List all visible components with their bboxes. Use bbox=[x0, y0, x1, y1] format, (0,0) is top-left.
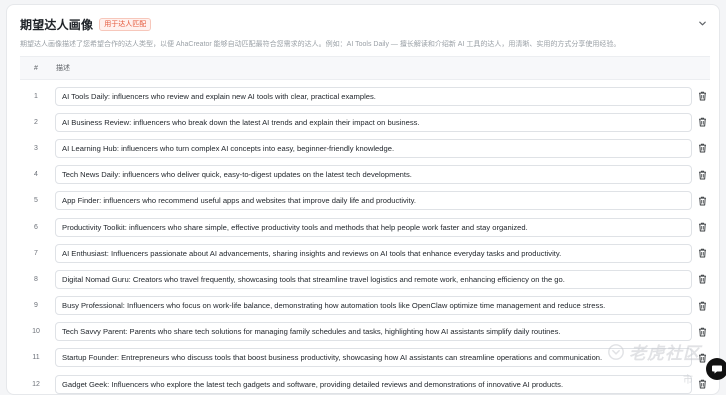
persona-description-input[interactable]: Tech News Daily: influencers who deliver… bbox=[55, 165, 692, 185]
delete-row-button[interactable] bbox=[696, 247, 708, 259]
delete-row-button[interactable] bbox=[696, 300, 708, 312]
section-header: 期望达人画像 用于达人匹配 bbox=[20, 16, 152, 32]
persona-description-input[interactable]: Busy Professional: Influencers who focus… bbox=[55, 296, 692, 316]
row-index: 5 bbox=[34, 197, 38, 205]
table-row: 8 Digital Nomad Guru: Creators who travel… bbox=[20, 266, 710, 292]
table-row: 3 AI Learning Hub: influencers who turn c… bbox=[20, 135, 710, 161]
persona-description-input[interactable]: AI Tools Daily: influencers who review a… bbox=[55, 86, 692, 106]
row-index: 3 bbox=[34, 144, 38, 152]
index-column-header: # bbox=[34, 64, 38, 72]
trash-icon bbox=[698, 248, 706, 258]
persona-description-input[interactable]: Digital Nomad Guru: Creators who travel … bbox=[55, 269, 692, 289]
table-row: 6 Productivity Toolkit: influencers who s… bbox=[20, 214, 710, 240]
trash-icon bbox=[698, 379, 706, 389]
section-title: 期望达人画像 bbox=[20, 17, 94, 32]
trash-icon bbox=[698, 196, 706, 206]
row-index: 6 bbox=[34, 223, 38, 231]
table-row: 12 Gadget Geek: Influencers who explore t… bbox=[20, 371, 710, 394]
delete-row-button[interactable] bbox=[696, 221, 708, 233]
watermark-sub: 市 bbox=[683, 375, 693, 386]
row-index: 2 bbox=[34, 118, 38, 126]
table-row: 10 Tech Savvy Parent: Parents who share t… bbox=[20, 319, 710, 345]
collapse-button[interactable] bbox=[695, 16, 709, 30]
persona-description-input[interactable]: App Finder: influencers who recommend us… bbox=[55, 191, 692, 211]
trash-icon bbox=[698, 275, 706, 284]
trash-icon bbox=[698, 353, 706, 363]
row-index: 10 bbox=[32, 328, 40, 336]
delete-row-button[interactable] bbox=[696, 169, 708, 181]
trash-icon bbox=[698, 301, 706, 311]
table-row: 11 Startup Founder: Entrepreneurs who dis… bbox=[20, 345, 710, 371]
trash-icon bbox=[698, 170, 706, 180]
delete-row-button[interactable] bbox=[696, 195, 708, 207]
row-index: 9 bbox=[34, 302, 38, 310]
chat-button[interactable] bbox=[706, 358, 726, 380]
table-row: 9 Busy Professional: Influencers who focu… bbox=[20, 293, 710, 319]
delete-row-button[interactable] bbox=[696, 142, 708, 154]
trash-icon bbox=[698, 91, 706, 101]
table-row: 2 AI Business Review: influencers who bre… bbox=[20, 109, 710, 135]
chat-icon bbox=[712, 365, 722, 374]
table-row: 7 AI Enthusiast: Influencers passionate a… bbox=[20, 240, 710, 266]
table-row: 5 App Finder: influencers who recommend u… bbox=[20, 188, 710, 214]
trash-icon bbox=[698, 144, 706, 153]
persona-description-input[interactable]: Tech Savvy Parent: Parents who share tec… bbox=[55, 322, 692, 342]
delete-row-button[interactable] bbox=[696, 378, 708, 390]
delete-row-button[interactable] bbox=[696, 326, 708, 338]
persona-rows: 1 AI Tools Daily: influencers who review … bbox=[20, 83, 710, 394]
row-index: 12 bbox=[32, 380, 40, 388]
row-index: 11 bbox=[32, 354, 40, 362]
delete-row-button[interactable] bbox=[696, 352, 708, 364]
trash-icon bbox=[698, 327, 706, 337]
trash-icon bbox=[698, 222, 706, 232]
persona-description-input[interactable]: Startup Founder: Entrepreneurs who discu… bbox=[55, 348, 692, 368]
row-index: 7 bbox=[34, 249, 38, 257]
delete-row-button[interactable] bbox=[696, 273, 708, 285]
table-row: 4 Tech News Daily: influencers who delive… bbox=[20, 162, 710, 188]
delete-row-button[interactable] bbox=[696, 116, 708, 128]
trash-icon bbox=[698, 118, 706, 127]
table-header: # 描述 bbox=[20, 56, 710, 80]
matching-badge: 用于达人匹配 bbox=[99, 17, 152, 31]
delete-row-button[interactable] bbox=[696, 90, 708, 102]
expected-creator-persona-card: 期望达人画像 用于达人匹配 期望达人画像描述了您希望合作的达人类型，以便 Aha… bbox=[6, 4, 720, 395]
persona-description-input[interactable]: Productivity Toolkit: influencers who sh… bbox=[55, 217, 692, 237]
persona-description-input[interactable]: AI Enthusiast: Influencers passionate ab… bbox=[55, 243, 692, 263]
persona-description-input[interactable]: AI Business Review: influencers who brea… bbox=[55, 112, 692, 132]
row-index: 1 bbox=[34, 92, 38, 100]
row-index: 8 bbox=[34, 275, 38, 283]
description-column-header: 描述 bbox=[56, 65, 70, 72]
row-index: 4 bbox=[34, 171, 38, 179]
table-row: 1 AI Tools Daily: influencers who review … bbox=[20, 83, 710, 109]
persona-description-input[interactable]: AI Learning Hub: influencers who turn co… bbox=[55, 138, 692, 158]
section-description: 期望达人画像描述了您希望合作的达人类型，以便 AhaCreator 能够自动匹配… bbox=[20, 41, 621, 48]
chevron-down-icon bbox=[698, 21, 706, 25]
